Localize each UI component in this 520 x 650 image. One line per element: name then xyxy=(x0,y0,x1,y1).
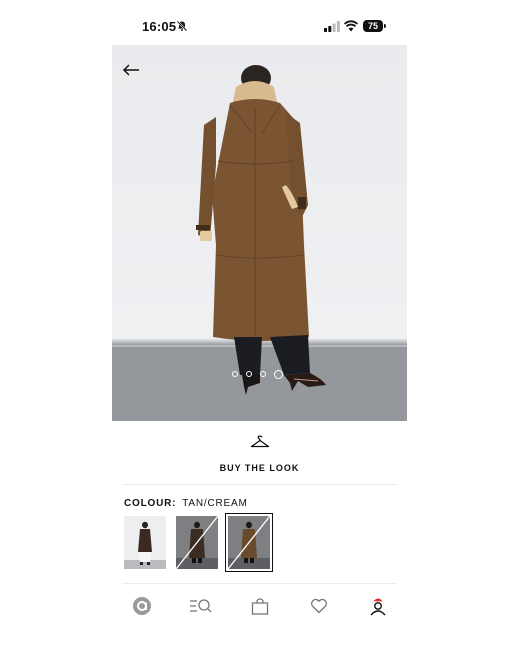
battery-tip xyxy=(384,24,386,28)
phone-screen: 16:05 75 BUY THE LOOK COLOUR: TAN/CREAM xyxy=(112,5,407,645)
account-icon xyxy=(369,598,386,616)
nav-search[interactable] xyxy=(189,595,213,617)
colour-row: COLOUR: TAN/CREAM xyxy=(124,498,248,509)
coat-model-image xyxy=(112,65,407,421)
silent-bell-icon xyxy=(176,20,188,32)
status-time: 16:05 xyxy=(142,19,177,34)
nav-bag[interactable] xyxy=(248,595,272,617)
divider xyxy=(122,583,397,584)
wifi-icon xyxy=(344,20,358,32)
nav-wishlist[interactable] xyxy=(307,595,331,617)
colour-swatch-tan-cream[interactable] xyxy=(225,513,273,572)
buy-the-look-button[interactable]: BUY THE LOOK xyxy=(112,435,407,473)
product-image-gallery[interactable] xyxy=(112,45,407,421)
menu-search-icon xyxy=(189,599,211,613)
status-bar: 16:05 75 xyxy=(112,5,407,45)
heart-icon xyxy=(310,598,327,614)
cellular-signal-icon xyxy=(324,21,340,32)
colour-swatch-dark-brown[interactable] xyxy=(176,516,218,569)
battery-indicator: 75 xyxy=(363,20,383,32)
colour-swatch-light[interactable] xyxy=(124,516,166,569)
gallery-dot-active[interactable] xyxy=(274,369,283,379)
swatch-thumbnail-unavailable xyxy=(176,516,218,569)
bottom-navigation xyxy=(112,591,407,621)
swatch-thumbnail xyxy=(124,516,166,569)
nav-home[interactable] xyxy=(130,595,154,617)
home-logo-icon xyxy=(132,597,151,615)
gallery-dot[interactable] xyxy=(260,371,266,377)
gallery-dot[interactable] xyxy=(246,371,252,377)
colour-value: TAN/CREAM xyxy=(182,498,248,509)
back-arrow-icon[interactable] xyxy=(122,63,140,77)
nav-account[interactable] xyxy=(366,595,390,617)
bag-icon xyxy=(251,597,268,615)
gallery-dot[interactable] xyxy=(232,371,238,377)
hanger-icon xyxy=(250,435,269,448)
divider xyxy=(122,484,397,485)
gallery-pagination xyxy=(232,368,283,380)
colour-swatches xyxy=(124,513,273,572)
buy-the-look-label: BUY THE LOOK xyxy=(219,463,300,473)
swatch-thumbnail-selected xyxy=(228,516,270,569)
colour-label: COLOUR: xyxy=(124,498,177,509)
